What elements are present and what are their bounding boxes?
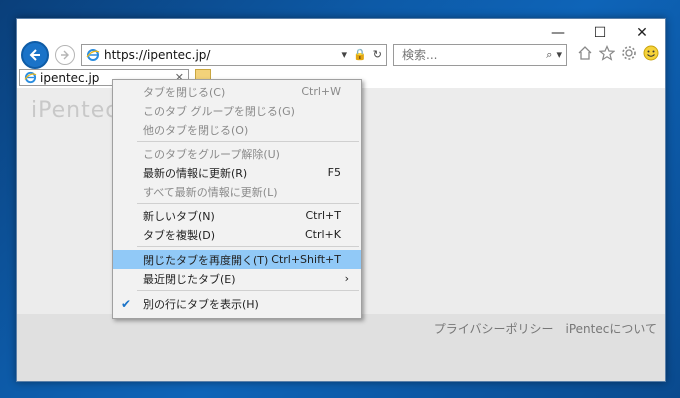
forward-button[interactable] <box>55 45 75 65</box>
menu-item-label: 別の行にタブを表示(H) <box>143 297 259 311</box>
refresh-icon[interactable]: ↻ <box>373 48 382 61</box>
menu-item-shortcut: Ctrl+T <box>305 209 341 222</box>
ie-icon <box>86 49 100 61</box>
lock-icon[interactable]: 🔒 <box>353 48 367 61</box>
footer-link-privacy[interactable]: プライバシーポリシー <box>434 320 554 337</box>
menu-item-label: タブを閉じる(C) <box>143 85 226 99</box>
menu-item-show-tabs-separate-row[interactable]: ✔ 別の行にタブを表示(H) <box>113 294 361 313</box>
forward-arrow-icon <box>61 50 69 60</box>
back-button[interactable] <box>21 41 49 69</box>
menu-item-label: すべて最新の情報に更新(L) <box>143 185 278 199</box>
menu-item-duplicate-tab[interactable]: タブを複製(D) Ctrl+K <box>113 225 361 244</box>
menu-separator <box>137 246 359 247</box>
address-bar[interactable]: https://ipentec.jp/ ▾ 🔒 ↻ <box>81 44 387 66</box>
submenu-arrow-icon: › <box>344 272 349 285</box>
tab-label: ipentec.jp <box>40 70 100 85</box>
search-tools: ⌕ ▾ <box>546 48 562 62</box>
back-arrow-icon <box>29 49 40 61</box>
search-input[interactable] <box>400 47 524 63</box>
menu-item-refresh-all[interactable]: すべて最新の情報に更新(L) <box>113 182 361 201</box>
toolbar-icons <box>577 45 659 61</box>
search-dropdown-icon[interactable]: ▾ <box>556 48 562 62</box>
menu-item-reopen-closed-tab[interactable]: 閉じたタブを再度開く(T) Ctrl+Shift+T <box>113 250 361 269</box>
menu-separator <box>137 141 359 142</box>
menu-item-label: このタブ グループを閉じる(G) <box>143 104 295 118</box>
menu-item-shortcut: F5 <box>327 166 341 179</box>
footer-link-about[interactable]: iPentecについて <box>566 320 657 337</box>
menu-item-close-tab[interactable]: タブを閉じる(C) Ctrl+W <box>113 82 361 101</box>
address-tools: ▾ 🔒 ↻ <box>342 48 382 61</box>
menu-item-close-other-tabs[interactable]: 他のタブを閉じる(O) <box>113 120 361 139</box>
menu-item-label: タブを複製(D) <box>143 228 216 242</box>
menu-item-new-tab[interactable]: 新しいタブ(N) Ctrl+T <box>113 206 361 225</box>
url-text: https://ipentec.jp/ <box>104 48 211 62</box>
menu-item-label: 新しいタブ(N) <box>143 209 215 223</box>
checkmark-icon: ✔ <box>121 296 132 311</box>
search-icon[interactable]: ⌕ <box>546 48 552 62</box>
smiley-icon[interactable] <box>643 45 659 61</box>
menu-item-ungroup[interactable]: このタブをグループ解除(U) <box>113 144 361 163</box>
ie-icon <box>24 71 37 84</box>
menu-item-refresh[interactable]: 最新の情報に更新(R) F5 <box>113 163 361 182</box>
home-icon[interactable] <box>577 45 593 61</box>
menu-item-label: 他のタブを閉じる(O) <box>143 123 249 137</box>
site-logo: iPentec <box>31 98 119 123</box>
navigation-bar: https://ipentec.jp/ ▾ 🔒 ↻ ⌕ ▾ <box>17 41 665 71</box>
menu-item-shortcut: Ctrl+K <box>304 228 341 241</box>
menu-item-shortcut: Ctrl+W <box>301 85 341 98</box>
star-icon[interactable] <box>599 45 615 61</box>
menu-item-label: 閉じたタブを再度開く(T) <box>143 253 269 267</box>
menu-item-shortcut: Ctrl+Shift+T <box>271 253 341 266</box>
page-footer: プライバシーポリシー iPentecについて <box>17 314 665 381</box>
menu-item-label: このタブをグループ解除(U) <box>143 147 280 161</box>
menu-item-label: 最新の情報に更新(R) <box>143 166 248 180</box>
menu-item-close-group[interactable]: このタブ グループを閉じる(G) <box>113 101 361 120</box>
menu-separator <box>137 203 359 204</box>
tab-context-menu: タブを閉じる(C) Ctrl+W このタブ グループを閉じる(G) 他のタブを閉… <box>112 79 362 319</box>
search-box[interactable]: ⌕ ▾ <box>393 44 567 66</box>
menu-item-recently-closed[interactable]: 最近閉じたタブ(E) › <box>113 269 361 288</box>
gear-icon[interactable] <box>621 45 637 61</box>
menu-separator <box>137 290 359 291</box>
dropdown-icon[interactable]: ▾ <box>342 48 348 61</box>
menu-item-label: 最近閉じたタブ(E) <box>143 272 236 286</box>
